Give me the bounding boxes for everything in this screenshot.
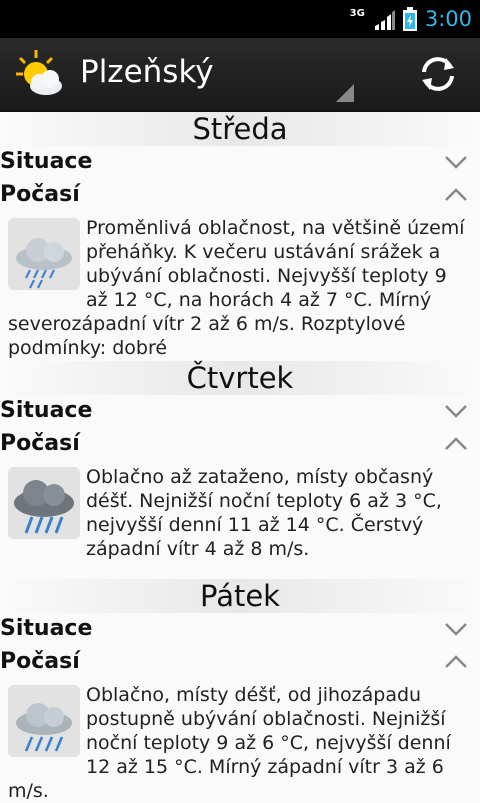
day-section: Středa Situace Počasí Proměnlivá oblačno… xyxy=(0,112,480,361)
network-type: 3G xyxy=(349,7,365,19)
clock: 3:00 xyxy=(424,7,472,31)
spinner-indicator-icon[interactable] xyxy=(336,84,354,102)
chevron-up-icon[interactable] xyxy=(444,654,468,670)
sun-cloud-icon[interactable] xyxy=(14,48,66,100)
showers-icon xyxy=(8,218,80,290)
heavy-rain-icon xyxy=(8,467,80,539)
weather-row[interactable]: Počasí xyxy=(0,179,480,212)
chevron-up-icon[interactable] xyxy=(444,436,468,452)
chevron-down-icon[interactable] xyxy=(444,154,468,170)
day-section: Čtvrtek Situace Počasí Oblačno až zataže… xyxy=(0,361,480,579)
rain-icon xyxy=(8,685,80,757)
weather-label: Počasí xyxy=(0,431,80,456)
status-icons: 3G 3:00 xyxy=(350,4,472,34)
situation-row[interactable]: Situace xyxy=(0,146,480,179)
day-header: Pátek xyxy=(0,579,480,613)
chevron-up-icon[interactable] xyxy=(444,187,468,203)
forecast-body: Oblačno až zataženo, místy občasný déšť.… xyxy=(0,461,480,579)
refresh-icon[interactable] xyxy=(416,52,460,96)
weather-row[interactable]: Počasí xyxy=(0,646,480,679)
day-header: Čtvrtek xyxy=(0,361,480,395)
chevron-down-icon[interactable] xyxy=(444,621,468,637)
chevron-down-icon[interactable] xyxy=(444,403,468,419)
day-section: Pátek Situace Počasí Oblačno, místy déšť… xyxy=(0,579,480,803)
forecast-body: Oblačno, místy déšť, od jihozápadu postu… xyxy=(0,679,480,803)
forecast-body: Proměnlivá oblačnost, na většině území p… xyxy=(0,212,480,361)
situation-label: Situace xyxy=(0,149,93,174)
situation-label: Situace xyxy=(0,616,93,641)
situation-label: Situace xyxy=(0,398,93,423)
weather-label: Počasí xyxy=(0,649,80,674)
weather-label: Počasí xyxy=(0,182,80,207)
situation-row[interactable]: Situace xyxy=(0,613,480,646)
day-header: Středa xyxy=(0,112,480,146)
forecast-list: Středa Situace Počasí Proměnlivá oblačno… xyxy=(0,112,480,803)
battery-icon xyxy=(402,7,417,31)
signal-icon xyxy=(374,10,395,30)
region-title[interactable]: Plzeňský xyxy=(80,54,214,90)
action-bar: Plzeňský xyxy=(0,38,480,112)
weather-row[interactable]: Počasí xyxy=(0,428,480,461)
status-bar: 3G 3:00 xyxy=(0,0,480,38)
situation-row[interactable]: Situace xyxy=(0,395,480,428)
